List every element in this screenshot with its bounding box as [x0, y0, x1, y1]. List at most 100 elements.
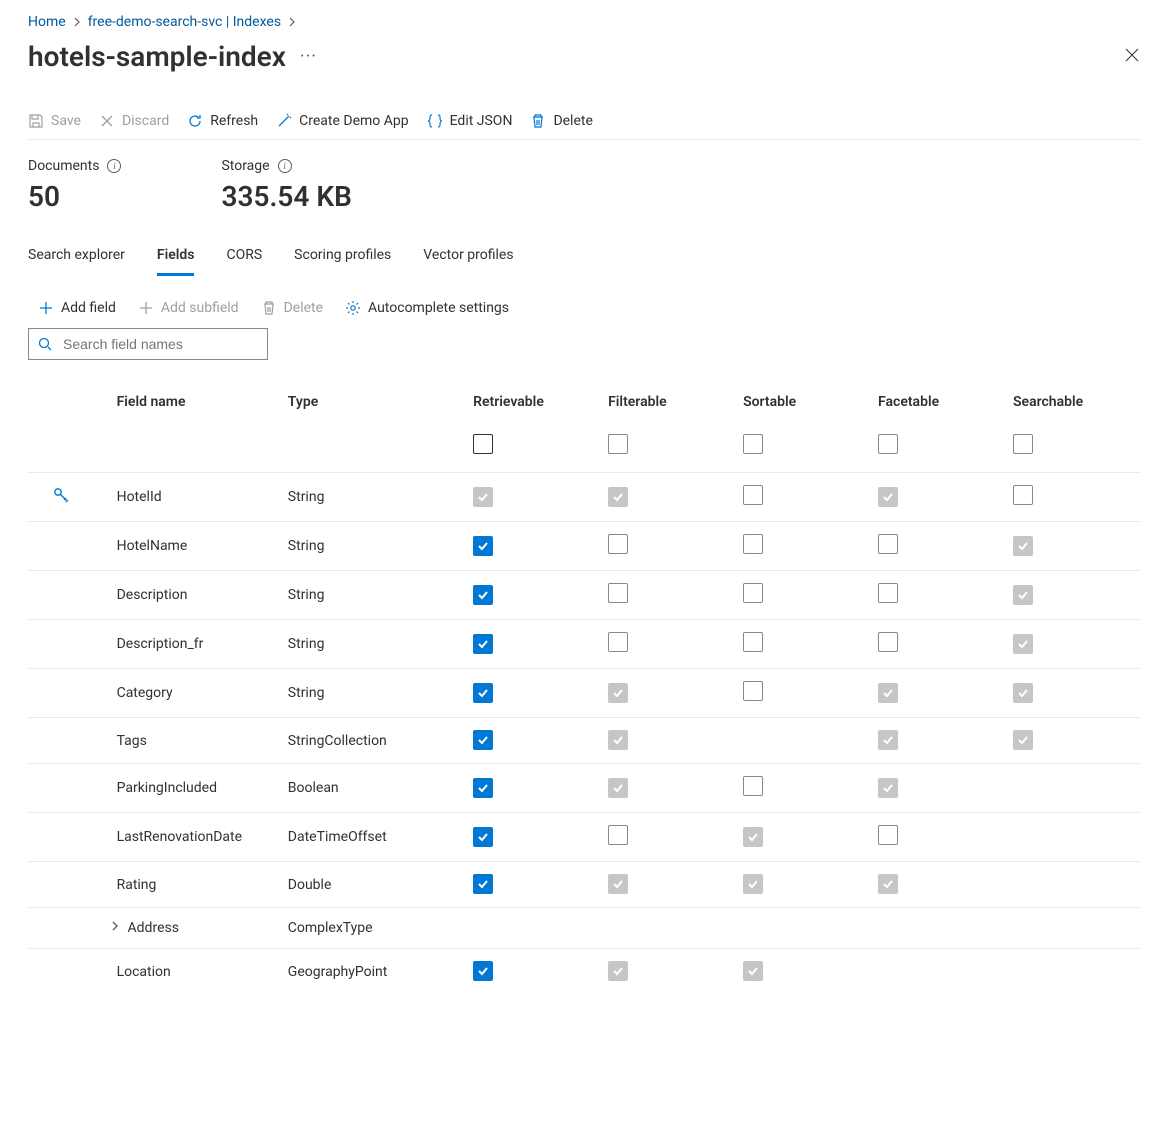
checkbox-filterable[interactable]	[608, 632, 628, 652]
checkbox-retrievable[interactable]	[473, 778, 493, 798]
autocomplete-settings-button[interactable]: Autocomplete settings	[345, 300, 509, 316]
select-all-searchable[interactable]	[1013, 434, 1033, 454]
tab-vector[interactable]: Vector profiles	[423, 241, 513, 276]
checkbox-retrievable[interactable]	[473, 827, 493, 847]
checkbox-searchable[interactable]	[1013, 683, 1033, 703]
edit-json-button[interactable]: Edit JSON	[427, 113, 513, 129]
checkbox-searchable[interactable]	[1013, 485, 1033, 505]
checkbox-facetable[interactable]	[878, 583, 898, 603]
checkbox-facetable[interactable]	[878, 632, 898, 652]
create-demo-button[interactable]: Create Demo App	[276, 113, 408, 129]
add-field-button[interactable]: Add field	[38, 300, 116, 316]
table-row[interactable]: LastRenovationDateDateTimeOffset	[28, 813, 1140, 862]
checkbox-sortable[interactable]	[743, 632, 763, 652]
checkbox-filterable[interactable]	[608, 961, 628, 981]
checkbox-searchable[interactable]	[1013, 730, 1033, 750]
checkbox-sortable[interactable]	[743, 485, 763, 505]
table-row[interactable]: Location GeographyPoint	[28, 949, 1140, 995]
checkbox-retrievable[interactable]	[473, 730, 493, 750]
checkbox-facetable[interactable]	[878, 730, 898, 750]
checkbox-filterable[interactable]	[608, 874, 628, 894]
checkbox-sortable[interactable]	[743, 583, 763, 603]
checkbox-searchable[interactable]	[1013, 536, 1033, 556]
checkbox-searchable[interactable]	[1013, 634, 1033, 654]
checkbox-filterable[interactable]	[608, 583, 628, 603]
field-type: Double	[288, 877, 332, 893]
trash-icon	[261, 300, 277, 316]
command-bar: Save Discard Refresh Create Demo App Edi…	[28, 113, 1140, 140]
col-fieldname: Field name	[109, 384, 280, 424]
checkbox-retrievable[interactable]	[473, 634, 493, 654]
checkbox-retrievable[interactable]	[473, 874, 493, 894]
checkbox-retrievable[interactable]	[473, 536, 493, 556]
delete-button[interactable]: Delete	[530, 113, 592, 129]
checkbox-sortable[interactable]	[743, 961, 763, 981]
field-name: HotelId	[117, 489, 162, 505]
checkbox-filterable[interactable]	[608, 778, 628, 798]
checkbox-facetable[interactable]	[878, 874, 898, 894]
checkbox-facetable[interactable]	[878, 825, 898, 845]
field-type: String	[288, 587, 325, 603]
search-input-wrapper[interactable]	[28, 328, 268, 360]
braces-icon	[427, 113, 443, 129]
checkbox-facetable[interactable]	[878, 778, 898, 798]
col-retrievable: Retrievable	[465, 384, 600, 424]
checkbox-searchable[interactable]	[1013, 585, 1033, 605]
checkbox-sortable[interactable]	[743, 534, 763, 554]
checkbox-facetable[interactable]	[878, 534, 898, 554]
select-all-sortable[interactable]	[743, 434, 763, 454]
breadcrumb-home[interactable]: Home	[28, 14, 66, 30]
checkbox-sortable[interactable]	[743, 776, 763, 796]
gear-icon	[345, 300, 361, 316]
checkbox-filterable[interactable]	[608, 730, 628, 750]
field-name: HotelName	[117, 538, 188, 554]
field-type: GeographyPoint	[288, 964, 388, 980]
tab-search-explorer[interactable]: Search explorer	[28, 241, 125, 276]
table-row[interactable]: AddressComplexType	[28, 908, 1140, 949]
checkbox-facetable[interactable]	[878, 487, 898, 507]
field-type: String	[288, 636, 325, 652]
select-all-filterable[interactable]	[608, 434, 628, 454]
checkbox-sortable[interactable]	[743, 827, 763, 847]
tab-scoring[interactable]: Scoring profiles	[294, 241, 391, 276]
table-row[interactable]: ParkingIncludedBoolean	[28, 764, 1140, 813]
col-facetable: Facetable	[870, 384, 1005, 424]
field-type: ComplexType	[288, 920, 373, 936]
checkbox-filterable[interactable]	[608, 825, 628, 845]
tabs: Search explorer Fields CORS Scoring prof…	[28, 241, 1140, 276]
checkbox-sortable[interactable]	[743, 874, 763, 894]
checkbox-filterable[interactable]	[608, 534, 628, 554]
refresh-button[interactable]: Refresh	[187, 113, 258, 129]
checkbox-retrievable[interactable]	[473, 961, 493, 981]
chevron-right-icon[interactable]	[109, 920, 121, 936]
table-row[interactable]: RatingDouble	[28, 862, 1140, 908]
trash-icon	[530, 113, 546, 129]
info-icon[interactable]: i	[107, 159, 121, 173]
table-row[interactable]: HotelIdString	[28, 473, 1140, 522]
table-row[interactable]: TagsStringCollection	[28, 718, 1140, 764]
checkbox-filterable[interactable]	[608, 683, 628, 703]
tab-fields[interactable]: Fields	[157, 241, 195, 276]
field-type: String	[288, 538, 325, 554]
info-icon[interactable]: i	[278, 159, 292, 173]
table-row[interactable]: DescriptionString	[28, 571, 1140, 620]
checkbox-retrievable[interactable]	[473, 683, 493, 703]
breadcrumb-service[interactable]: free-demo-search-svc | Indexes	[88, 14, 281, 30]
search-input[interactable]	[61, 335, 259, 353]
tab-cors[interactable]: CORS	[226, 241, 262, 276]
checkbox-filterable[interactable]	[608, 487, 628, 507]
select-all-facetable[interactable]	[878, 434, 898, 454]
discard-button: Discard	[99, 113, 169, 129]
table-row[interactable]: Description_frString	[28, 620, 1140, 669]
plus-icon	[138, 300, 154, 316]
field-name: Location	[117, 964, 171, 980]
close-button[interactable]	[1124, 47, 1140, 67]
select-all-retrievable[interactable]	[473, 434, 493, 454]
checkbox-retrievable[interactable]	[473, 585, 493, 605]
table-row[interactable]: HotelName String	[28, 522, 1140, 571]
checkbox-sortable[interactable]	[743, 681, 763, 701]
checkbox-retrievable[interactable]	[473, 487, 493, 507]
table-row[interactable]: CategoryString	[28, 669, 1140, 718]
more-button[interactable]: ···	[300, 46, 317, 67]
checkbox-facetable[interactable]	[878, 683, 898, 703]
